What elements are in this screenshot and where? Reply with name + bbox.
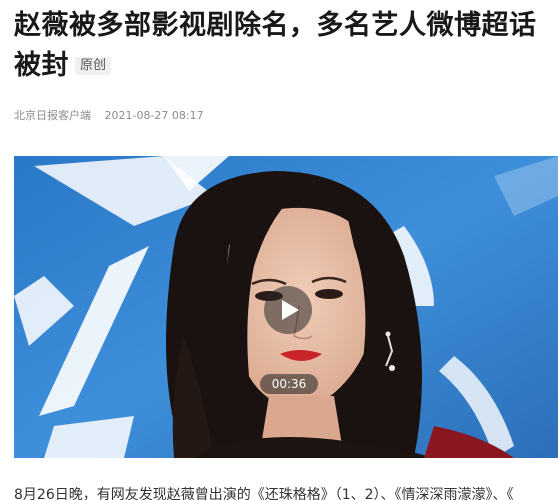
article-date: 2021-08-27 08:17 [104, 109, 204, 122]
play-button[interactable] [264, 286, 312, 334]
original-badge: 原创 [75, 57, 112, 75]
article-title-line2-wrap: 被封 原创 [14, 46, 554, 86]
video-player[interactable]: 00:36 [14, 156, 558, 458]
video-duration: 00:36 [260, 374, 318, 394]
article-title-line2: 被封 [14, 50, 69, 81]
play-icon [282, 300, 299, 320]
article-title: 赵薇被多部影视剧除名，多名艺人微博超话 被封 原创 [14, 6, 554, 86]
article-page: 赵薇被多部影视剧除名，多名艺人微博超话 被封 原创 北京日报客户端 2021-08… [0, 0, 558, 500]
article-meta: 北京日报客户端 2021-08-27 08:17 [14, 107, 204, 123]
article-source[interactable]: 北京日报客户端 [14, 109, 91, 122]
article-paragraph: 8月26日晚，有网友发现赵薇曾出演的《还珠格格》（1、2）、《情深深雨濛濛》、《 [14, 487, 514, 500]
article-title-line1: 赵薇被多部影视剧除名，多名艺人微博超话 [14, 10, 537, 41]
